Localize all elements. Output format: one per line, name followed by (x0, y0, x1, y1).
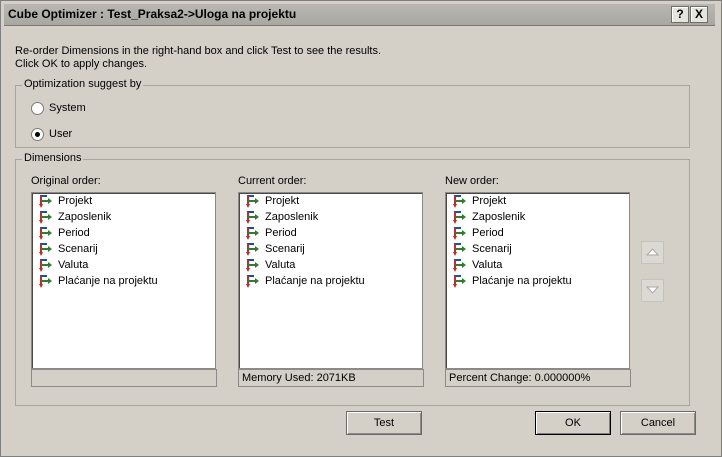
dimension-hierarchy-icon (246, 227, 259, 240)
dimensions-legend: Dimensions (22, 152, 84, 164)
list-item[interactable]: Zaposlenik (239, 209, 422, 225)
list-item-label: Valuta (58, 259, 89, 271)
list-item[interactable]: Valuta (239, 257, 422, 273)
list-item-label: Plaćanje na projektu (472, 275, 572, 287)
list-item[interactable]: Plaćanje na projektu (32, 273, 215, 289)
instructions-line-2: Click OK to apply changes. (15, 58, 148, 70)
dimension-hierarchy-icon (453, 259, 466, 272)
list-item-label: Projekt (472, 195, 507, 207)
dimension-hierarchy-icon (246, 259, 259, 272)
list-item[interactable]: Zaposlenik (446, 209, 629, 225)
list-item-label: Zaposlenik (472, 211, 526, 223)
radio-system-label[interactable]: System (49, 102, 86, 114)
radio-user-circle[interactable] (31, 128, 44, 141)
move-up-button[interactable] (641, 241, 664, 264)
new-order-label: New order: (445, 175, 499, 187)
ok-button[interactable]: OK (535, 411, 611, 435)
list-item[interactable]: Valuta (32, 257, 215, 273)
list-item[interactable]: Period (446, 225, 629, 241)
dimension-hierarchy-icon (453, 275, 466, 288)
original-order-list[interactable]: Projekt Zaposlenik Period Scenarij Valut… (31, 192, 216, 369)
list-item-label: Plaćanje na projektu (265, 275, 365, 287)
list-item-label: Projekt (58, 195, 93, 207)
radio-system-circle[interactable] (31, 102, 44, 115)
instructions-line-1: Re-order Dimensions in the right-hand bo… (15, 45, 382, 57)
percent-change-status: Percent Change: 0.000000% (445, 369, 631, 387)
dimension-hierarchy-icon (39, 211, 52, 224)
triangle-down-icon (646, 286, 659, 294)
close-button[interactable]: X (690, 6, 708, 23)
list-item[interactable]: Plaćanje na projektu (446, 273, 629, 289)
dimension-hierarchy-icon (453, 227, 466, 240)
dimension-hierarchy-icon (246, 243, 259, 256)
dimension-hierarchy-icon (39, 275, 52, 288)
list-item-label: Period (265, 227, 297, 239)
help-button[interactable]: ? (671, 6, 689, 23)
list-item-label: Plaćanje na projektu (58, 275, 158, 287)
cancel-button[interactable]: Cancel (620, 411, 696, 435)
memory-used-status: Memory Used: 2071KB (238, 369, 424, 387)
test-button[interactable]: Test (346, 411, 422, 435)
list-item-label: Zaposlenik (265, 211, 319, 223)
list-item[interactable]: Scenarij (446, 241, 629, 257)
dimension-hierarchy-icon (246, 195, 259, 208)
list-item-label: Scenarij (265, 243, 305, 255)
list-item-label: Period (472, 227, 504, 239)
dimension-hierarchy-icon (39, 227, 52, 240)
list-item-label: Scenarij (472, 243, 512, 255)
dimension-hierarchy-icon (246, 211, 259, 224)
radio-selected-dot (35, 132, 40, 137)
current-order-label: Current order: (238, 175, 307, 187)
list-item[interactable]: Projekt (239, 193, 422, 209)
list-item[interactable]: Period (32, 225, 215, 241)
dimension-hierarchy-icon (39, 195, 52, 208)
dimension-hierarchy-icon (246, 275, 259, 288)
radio-user-label[interactable]: User (49, 128, 72, 140)
list-item-label: Period (58, 227, 90, 239)
list-item-label: Projekt (265, 195, 300, 207)
dimension-hierarchy-icon (453, 243, 466, 256)
list-item-label: Zaposlenik (58, 211, 112, 223)
list-item[interactable]: Period (239, 225, 422, 241)
optimization-legend: Optimization suggest by (22, 78, 144, 90)
new-order-list[interactable]: Projekt Zaposlenik Period Scenarij Valut… (445, 192, 630, 369)
cube-optimizer-dialog: Cube Optimizer : Test_Praksa2->Uloga na … (0, 0, 722, 457)
optimization-groupbox: Optimization suggest by System User (15, 78, 690, 148)
list-item[interactable]: Scenarij (32, 241, 215, 257)
list-item-label: Scenarij (58, 243, 98, 255)
dimension-hierarchy-icon (453, 211, 466, 224)
list-item[interactable]: Scenarij (239, 241, 422, 257)
list-item[interactable]: Projekt (446, 193, 629, 209)
dimension-hierarchy-icon (453, 195, 466, 208)
instructions-text: Re-order Dimensions in the right-hand bo… (15, 45, 381, 71)
dimension-hierarchy-icon (39, 259, 52, 272)
list-item-label: Valuta (472, 259, 503, 271)
triangle-up-icon (646, 248, 659, 256)
title-bar[interactable]: Cube Optimizer : Test_Praksa2->Uloga na … (4, 4, 715, 26)
list-item[interactable]: Projekt (32, 193, 215, 209)
window-title: Cube Optimizer : Test_Praksa2->Uloga na … (8, 7, 297, 21)
list-item[interactable]: Zaposlenik (32, 209, 215, 225)
list-item[interactable]: Plaćanje na projektu (239, 273, 422, 289)
dimension-hierarchy-icon (39, 243, 52, 256)
current-order-list[interactable]: Projekt Zaposlenik Period Scenarij Valut… (238, 192, 423, 369)
list-item-label: Valuta (265, 259, 296, 271)
original-order-label: Original order: (31, 175, 101, 187)
list-item[interactable]: Valuta (446, 257, 629, 273)
move-down-button[interactable] (641, 279, 664, 302)
original-order-status (31, 369, 217, 387)
